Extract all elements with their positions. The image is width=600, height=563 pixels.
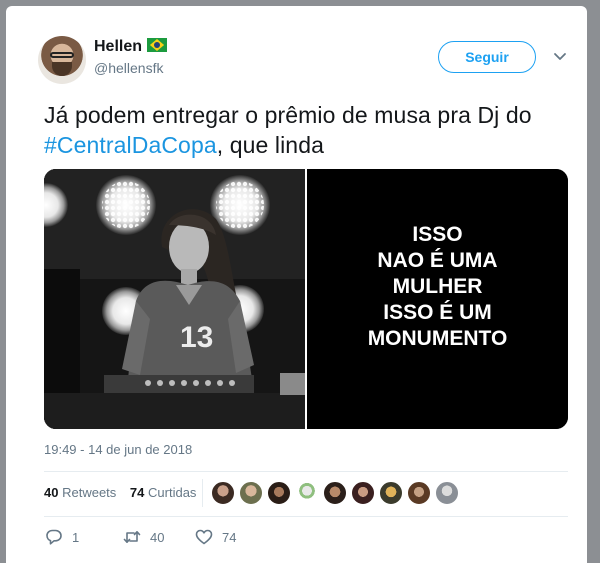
meme-line-1: ISSO [412, 223, 463, 246]
retweets-stat[interactable]: 40 Retweets [44, 485, 116, 500]
retweets-label: Retweets [62, 485, 117, 500]
likes-stat[interactable]: 74 Curtidas [130, 485, 197, 500]
meme-line-3: MULHER [392, 275, 483, 298]
divider-bottom [44, 516, 568, 517]
retweet-count: 40 [150, 529, 165, 545]
tweet-text-after: , que linda [216, 132, 324, 158]
liker-avatar[interactable] [407, 481, 431, 505]
reply-button[interactable]: 1 [44, 525, 79, 549]
liker-avatar[interactable] [295, 481, 319, 505]
likes-count: 74 [129, 485, 145, 500]
tweet-text-before: Já podem entregar o prêmio de musa pra D… [44, 102, 532, 128]
meme-text: ISSO NAO É UMA MULHER ISSO É UM MONUMENT… [307, 222, 568, 352]
meme-line-2: NAO É UMA [377, 249, 498, 272]
meme-line-4: ISSO É UM [383, 301, 492, 324]
reply-count: 1 [72, 529, 80, 545]
stats-separator [202, 479, 203, 507]
meme-image[interactable]: ISSO NAO É UMA MULHER ISSO É UM MONUMENT… [307, 169, 568, 429]
meme-line-5: MONUMENTO [367, 327, 508, 350]
avatar[interactable] [38, 36, 86, 84]
retweet-icon [123, 531, 141, 543]
chevron-down-icon[interactable] [552, 48, 568, 64]
like-button[interactable]: 74 [194, 525, 236, 549]
liker-avatar[interactable] [211, 481, 235, 505]
liker-avatar[interactable] [351, 481, 375, 505]
author-handle[interactable]: @hellensfk [94, 60, 163, 76]
author-name[interactable]: Hellen [94, 38, 142, 55]
like-count: 74 [222, 529, 237, 545]
tweet-timestamp[interactable]: 19:49 - 14 de jun de 2018 [44, 442, 192, 457]
tweet-header: Hellen @hellensfk Seguir [38, 36, 568, 88]
tweet-card: Hellen @hellensfk Seguir Já podem entreg… [6, 6, 587, 563]
hashtag-link[interactable]: #CentralDaCopa [44, 132, 217, 158]
brazil-flag-icon [147, 38, 168, 52]
liker-avatar[interactable] [323, 481, 347, 505]
retweets-count: 40 [44, 485, 59, 500]
liker-avatar[interactable] [267, 481, 291, 505]
retweet-button[interactable]: 40 [122, 525, 164, 549]
dj-photo-graphic: 13 [44, 169, 305, 429]
tweet-media[interactable]: 13 ISSO NAO É UMA MULHER ISSO É UM MONUM… [44, 169, 568, 429]
dj-photo[interactable]: 13 [44, 169, 305, 429]
jersey-number: 13 [180, 321, 213, 354]
reply-icon [46, 529, 62, 545]
liker-avatar[interactable] [239, 481, 263, 505]
divider-top [44, 471, 568, 472]
likes-label: Curtidas [148, 485, 197, 500]
liker-avatar[interactable] [379, 481, 403, 505]
heart-icon [195, 529, 213, 545]
author-name-row[interactable]: Hellen [94, 38, 168, 56]
tweet-stats: 40 Retweets 74 Curtidas [44, 485, 206, 500]
follow-button[interactable]: Seguir [438, 41, 536, 73]
avatar-glasses [50, 52, 74, 58]
liker-avatar[interactable] [435, 481, 459, 505]
tweet-text: Já podem entregar o prêmio de musa pra D… [44, 100, 574, 160]
avatar-beard [52, 62, 72, 76]
